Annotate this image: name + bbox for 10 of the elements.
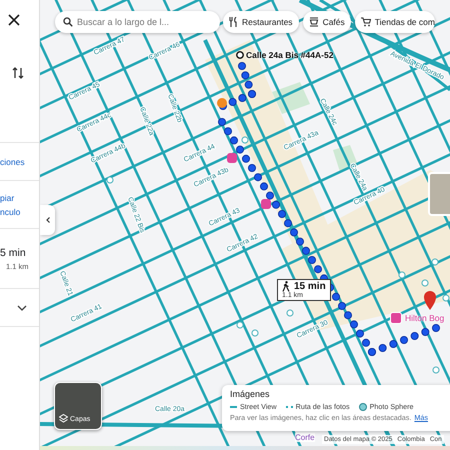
search-input[interactable]: Buscar a lo largo de l... — [77, 17, 212, 27]
copy-link[interactable]: piar nculo — [0, 190, 26, 218]
duration-text: 5 min — [0, 246, 26, 258]
category-chip[interactable]: Cafés — [302, 11, 351, 33]
search-bar[interactable]: Buscar a lo largo de l... — [55, 11, 220, 33]
category-chip[interactable]: Restaurantes — [223, 11, 299, 33]
imagery-title: Imágenes — [230, 389, 271, 399]
directions-link[interactable]: ciones — [0, 156, 25, 166]
category-chip[interactable]: Tiendas de com — [354, 11, 435, 33]
place-label: Corfe — [295, 433, 315, 442]
